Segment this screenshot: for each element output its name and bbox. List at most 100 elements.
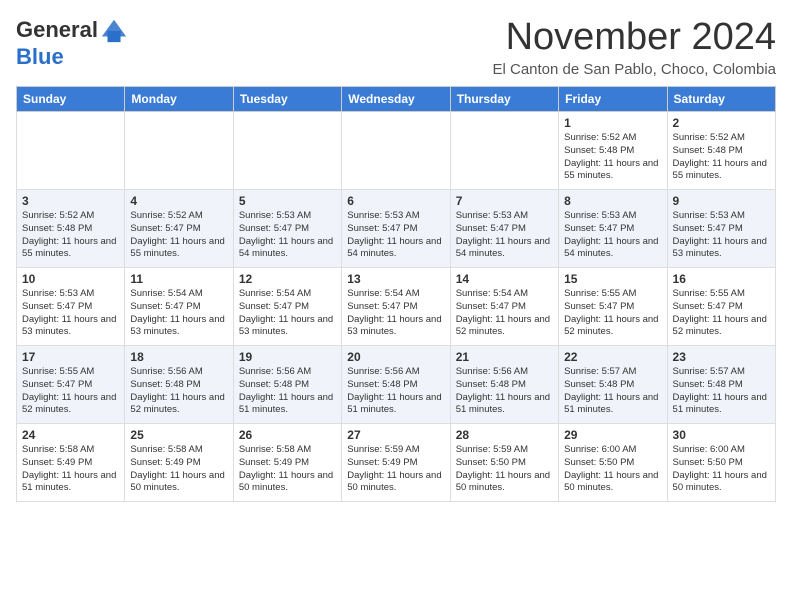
calendar-cell: 4 Sunrise: 5:52 AM Sunset: 5:47 PM Daylig… (125, 190, 233, 268)
month-title: November 2024 (492, 16, 776, 59)
day-number: 8 (564, 194, 661, 208)
weekday-header-monday: Monday (125, 87, 233, 112)
day-info: Sunrise: 5:54 AM Sunset: 5:47 PM Dayligh… (456, 288, 553, 339)
day-info: Sunrise: 5:53 AM Sunset: 5:47 PM Dayligh… (673, 210, 770, 261)
day-number: 3 (22, 194, 119, 208)
calendar-cell (233, 112, 341, 190)
calendar-cell: 29 Sunrise: 6:00 AM Sunset: 5:50 PM Dayli… (559, 424, 667, 502)
day-number: 1 (564, 116, 661, 130)
calendar-cell: 27Sunrise: 5:59 AM Sunset: 5:49 PM Dayli… (342, 424, 450, 502)
day-number: 14 (456, 272, 553, 286)
day-info: Sunrise: 6:00 AM Sunset: 5:50 PM Dayligh… (564, 444, 661, 495)
calendar-week-row: 1 Sunrise: 5:52 AM Sunset: 5:48 PM Daylig… (17, 112, 776, 190)
calendar-cell (342, 112, 450, 190)
day-info: Sunrise: 5:59 AM Sunset: 5:49 PM Dayligh… (347, 444, 444, 495)
calendar-cell: 13 Sunrise: 5:54 AM Sunset: 5:47 PM Dayli… (342, 268, 450, 346)
day-info: Sunrise: 5:52 AM Sunset: 5:48 PM Dayligh… (564, 132, 661, 183)
calendar-cell: 14 Sunrise: 5:54 AM Sunset: 5:47 PM Dayli… (450, 268, 558, 346)
day-info: Sunrise: 6:00 AM Sunset: 5:50 PM Dayligh… (673, 444, 770, 495)
day-info: Sunrise: 5:54 AM Sunset: 5:47 PM Dayligh… (130, 288, 227, 339)
calendar-cell: 28 Sunrise: 5:59 AM Sunset: 5:50 PM Dayli… (450, 424, 558, 502)
day-info: Sunrise: 5:52 AM Sunset: 5:47 PM Dayligh… (130, 210, 227, 261)
weekday-header-wednesday: Wednesday (342, 87, 450, 112)
weekday-header-friday: Friday (559, 87, 667, 112)
calendar-cell: 10 Sunrise: 5:53 AM Sunset: 5:47 PM Dayli… (17, 268, 125, 346)
logo-icon (100, 16, 128, 44)
day-number: 6 (347, 194, 444, 208)
calendar-cell: 9 Sunrise: 5:53 AM Sunset: 5:47 PM Daylig… (667, 190, 775, 268)
calendar-cell: 16 Sunrise: 5:55 AM Sunset: 5:47 PM Dayli… (667, 268, 775, 346)
day-number: 26 (239, 428, 336, 442)
weekday-header-tuesday: Tuesday (233, 87, 341, 112)
calendar-cell: 12 Sunrise: 5:54 AM Sunset: 5:47 PM Dayli… (233, 268, 341, 346)
day-number: 15 (564, 272, 661, 286)
calendar-cell: 22 Sunrise: 5:57 AM Sunset: 5:48 PM Dayli… (559, 346, 667, 424)
calendar-cell: 25 Sunrise: 5:58 AM Sunset: 5:49 PM Dayli… (125, 424, 233, 502)
calendar-cell: 7Sunrise: 5:53 AM Sunset: 5:47 PM Daylig… (450, 190, 558, 268)
title-section: November 2024 El Canton de San Pablo, Ch… (492, 16, 776, 78)
day-number: 10 (22, 272, 119, 286)
day-number: 12 (239, 272, 336, 286)
calendar-cell: 15 Sunrise: 5:55 AM Sunset: 5:47 PM Dayli… (559, 268, 667, 346)
calendar-cell: 2Sunrise: 5:52 AM Sunset: 5:48 PM Daylig… (667, 112, 775, 190)
calendar-week-row: 24 Sunrise: 5:58 AM Sunset: 5:49 PM Dayli… (17, 424, 776, 502)
day-info: Sunrise: 5:55 AM Sunset: 5:47 PM Dayligh… (22, 366, 119, 417)
day-number: 17 (22, 350, 119, 364)
calendar-cell: 20 Sunrise: 5:56 AM Sunset: 5:48 PM Dayli… (342, 346, 450, 424)
day-number: 25 (130, 428, 227, 442)
calendar-cell: 17 Sunrise: 5:55 AM Sunset: 5:47 PM Dayli… (17, 346, 125, 424)
logo-general-text: General (16, 17, 98, 43)
calendar-cell: 24 Sunrise: 5:58 AM Sunset: 5:49 PM Dayli… (17, 424, 125, 502)
day-info: Sunrise: 5:56 AM Sunset: 5:48 PM Dayligh… (239, 366, 336, 417)
day-info: Sunrise: 5:52 AM Sunset: 5:48 PM Dayligh… (22, 210, 119, 261)
day-info: Sunrise: 5:58 AM Sunset: 5:49 PM Dayligh… (22, 444, 119, 495)
day-number: 9 (673, 194, 770, 208)
day-number: 5 (239, 194, 336, 208)
day-number: 22 (564, 350, 661, 364)
day-number: 18 (130, 350, 227, 364)
calendar-cell: 5Sunrise: 5:53 AM Sunset: 5:47 PM Daylig… (233, 190, 341, 268)
calendar-cell (125, 112, 233, 190)
day-number: 11 (130, 272, 227, 286)
day-info: Sunrise: 5:56 AM Sunset: 5:48 PM Dayligh… (130, 366, 227, 417)
calendar-cell: 18 Sunrise: 5:56 AM Sunset: 5:48 PM Dayli… (125, 346, 233, 424)
day-info: Sunrise: 5:56 AM Sunset: 5:48 PM Dayligh… (347, 366, 444, 417)
calendar-table: SundayMondayTuesdayWednesdayThursdayFrid… (16, 86, 776, 502)
calendar-header-row: SundayMondayTuesdayWednesdayThursdayFrid… (17, 87, 776, 112)
day-number: 4 (130, 194, 227, 208)
day-number: 24 (22, 428, 119, 442)
calendar-week-row: 17 Sunrise: 5:55 AM Sunset: 5:47 PM Dayli… (17, 346, 776, 424)
day-number: 13 (347, 272, 444, 286)
day-info: Sunrise: 5:54 AM Sunset: 5:47 PM Dayligh… (347, 288, 444, 339)
weekday-header-saturday: Saturday (667, 87, 775, 112)
location: El Canton de San Pablo, Choco, Colombia (492, 61, 776, 78)
day-number: 28 (456, 428, 553, 442)
calendar-cell: 1 Sunrise: 5:52 AM Sunset: 5:48 PM Daylig… (559, 112, 667, 190)
day-number: 21 (456, 350, 553, 364)
day-info: Sunrise: 5:59 AM Sunset: 5:50 PM Dayligh… (456, 444, 553, 495)
weekday-header-sunday: Sunday (17, 87, 125, 112)
day-number: 23 (673, 350, 770, 364)
calendar-cell: 11 Sunrise: 5:54 AM Sunset: 5:47 PM Dayli… (125, 268, 233, 346)
day-info: Sunrise: 5:55 AM Sunset: 5:47 PM Dayligh… (564, 288, 661, 339)
day-info: Sunrise: 5:54 AM Sunset: 5:47 PM Dayligh… (239, 288, 336, 339)
day-info: Sunrise: 5:53 AM Sunset: 5:47 PM Dayligh… (22, 288, 119, 339)
calendar-cell: 6Sunrise: 5:53 AM Sunset: 5:47 PM Daylig… (342, 190, 450, 268)
day-info: Sunrise: 5:55 AM Sunset: 5:47 PM Dayligh… (673, 288, 770, 339)
day-info: Sunrise: 5:58 AM Sunset: 5:49 PM Dayligh… (130, 444, 227, 495)
day-info: Sunrise: 5:58 AM Sunset: 5:49 PM Dayligh… (239, 444, 336, 495)
calendar-cell: 26 Sunrise: 5:58 AM Sunset: 5:49 PM Dayli… (233, 424, 341, 502)
page-header: General Blue November 2024 El Canton de … (16, 16, 776, 78)
weekday-header-thursday: Thursday (450, 87, 558, 112)
calendar-cell: 23 Sunrise: 5:57 AM Sunset: 5:48 PM Dayli… (667, 346, 775, 424)
logo-blue-text: Blue (16, 44, 64, 70)
logo: General Blue (16, 16, 128, 70)
calendar-cell: 8Sunrise: 5:53 AM Sunset: 5:47 PM Daylig… (559, 190, 667, 268)
day-info: Sunrise: 5:57 AM Sunset: 5:48 PM Dayligh… (564, 366, 661, 417)
day-info: Sunrise: 5:57 AM Sunset: 5:48 PM Dayligh… (673, 366, 770, 417)
calendar-cell (450, 112, 558, 190)
day-number: 29 (564, 428, 661, 442)
calendar-week-row: 3 Sunrise: 5:52 AM Sunset: 5:48 PM Daylig… (17, 190, 776, 268)
day-number: 16 (673, 272, 770, 286)
day-number: 20 (347, 350, 444, 364)
